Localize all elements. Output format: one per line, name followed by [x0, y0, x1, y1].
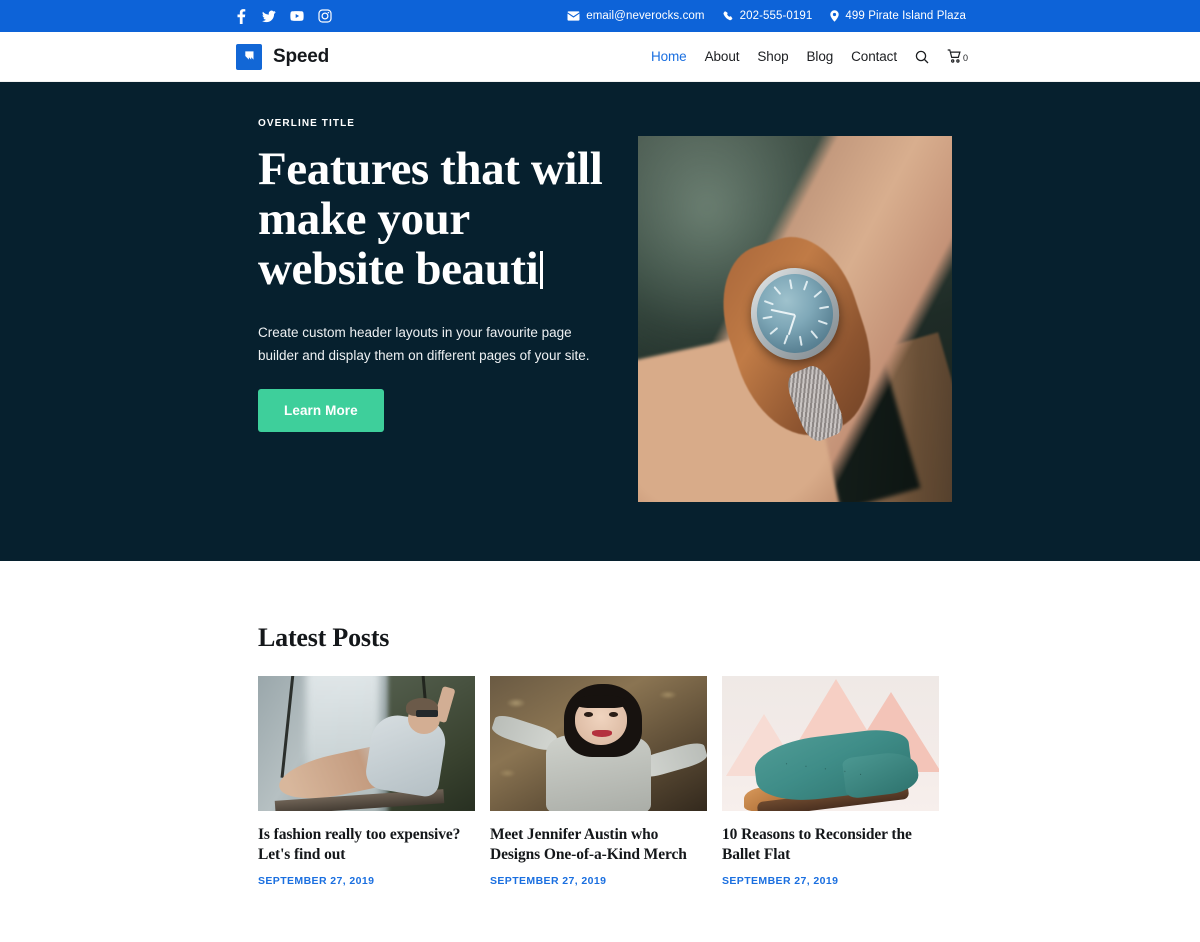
hero-overline: OVERLINE TITLE: [258, 118, 356, 129]
brand-name: Speed: [273, 45, 330, 67]
cart-count: 0: [962, 53, 968, 63]
post-thumbnail[interactable]: [490, 676, 707, 811]
posts-grid: Is fashion really too expensive? Let's f…: [258, 676, 990, 887]
search-icon[interactable]: [915, 50, 929, 64]
nav-item-blog[interactable]: Blog: [807, 49, 834, 64]
nav-item-contact[interactable]: Contact: [851, 49, 897, 64]
phone-contact[interactable]: 202-555-0191: [723, 10, 813, 22]
post-card[interactable]: Is fashion really too expensive? Let's f…: [258, 676, 475, 887]
post-title[interactable]: 10 Reasons to Reconsider the Ballet Flat: [722, 825, 939, 865]
post-date[interactable]: SEPTEMBER 27, 2019: [490, 875, 707, 887]
latest-posts-title: Latest Posts: [258, 623, 390, 652]
main-navigation: Home About Shop Blog Contact 0: [651, 49, 968, 64]
post-card[interactable]: Meet Jennifer Austin who Designs One-of-…: [490, 676, 707, 887]
nav-item-about[interactable]: About: [705, 49, 740, 64]
learn-more-button[interactable]: Learn More: [258, 388, 384, 432]
social-links: [234, 0, 332, 32]
hero-image: [638, 136, 952, 502]
hero-title-line-1: Features that will: [258, 143, 603, 195]
map-pin-icon: [830, 10, 840, 22]
address-text: 499 Pirate Island Plaza: [845, 10, 966, 22]
nav-item-shop[interactable]: Shop: [757, 49, 788, 64]
post-thumbnail[interactable]: [258, 676, 475, 811]
cart-button[interactable]: 0: [947, 49, 968, 64]
cart-icon: [947, 49, 962, 64]
facebook-icon[interactable]: [234, 8, 248, 24]
brand-logo[interactable]: Speed: [236, 43, 330, 70]
hero-title-line-3-wrap: website beauti: [258, 242, 618, 295]
phone-icon: [723, 10, 734, 22]
hero-title: Features that will make your website bea…: [258, 143, 618, 295]
phone-text: 202-555-0191: [739, 10, 813, 22]
top-info-bar: email@neverocks.com 202-555-0191 499 Pir…: [0, 0, 1200, 32]
instagram-icon[interactable]: [318, 9, 332, 23]
hero-title-line-2: make your: [258, 192, 470, 245]
post-date[interactable]: SEPTEMBER 27, 2019: [722, 875, 939, 887]
post-date[interactable]: SEPTEMBER 27, 2019: [258, 875, 475, 887]
post-thumbnail[interactable]: [722, 676, 939, 811]
youtube-icon[interactable]: [290, 9, 304, 23]
typing-caret: [540, 250, 544, 289]
contact-info: email@neverocks.com 202-555-0191 499 Pir…: [567, 0, 966, 32]
hero-title-line-3: website beauti: [258, 242, 539, 295]
hero-copy: OVERLINE TITLE Features that will make y…: [258, 118, 618, 432]
email-contact[interactable]: email@neverocks.com: [567, 10, 704, 22]
site-header: Speed Home About Shop Blog Contact 0: [0, 32, 1200, 82]
post-title[interactable]: Is fashion really too expensive? Let's f…: [258, 825, 475, 865]
email-text: email@neverocks.com: [586, 10, 705, 22]
post-title[interactable]: Meet Jennifer Austin who Designs One-of-…: [490, 825, 707, 865]
twitter-icon[interactable]: [262, 9, 276, 23]
flag-arrow-icon: [236, 43, 262, 70]
post-card[interactable]: 10 Reasons to Reconsider the Ballet Flat…: [722, 676, 939, 887]
envelope-icon: [567, 11, 580, 21]
latest-posts-section: Latest Posts Is fashion really too expen…: [0, 561, 1200, 888]
address-contact[interactable]: 499 Pirate Island Plaza: [830, 10, 966, 22]
hero-subtitle: Create custom header layouts in your fav…: [258, 325, 590, 363]
hero-section: OVERLINE TITLE Features that will make y…: [0, 82, 1200, 561]
nav-item-home[interactable]: Home: [651, 49, 687, 64]
